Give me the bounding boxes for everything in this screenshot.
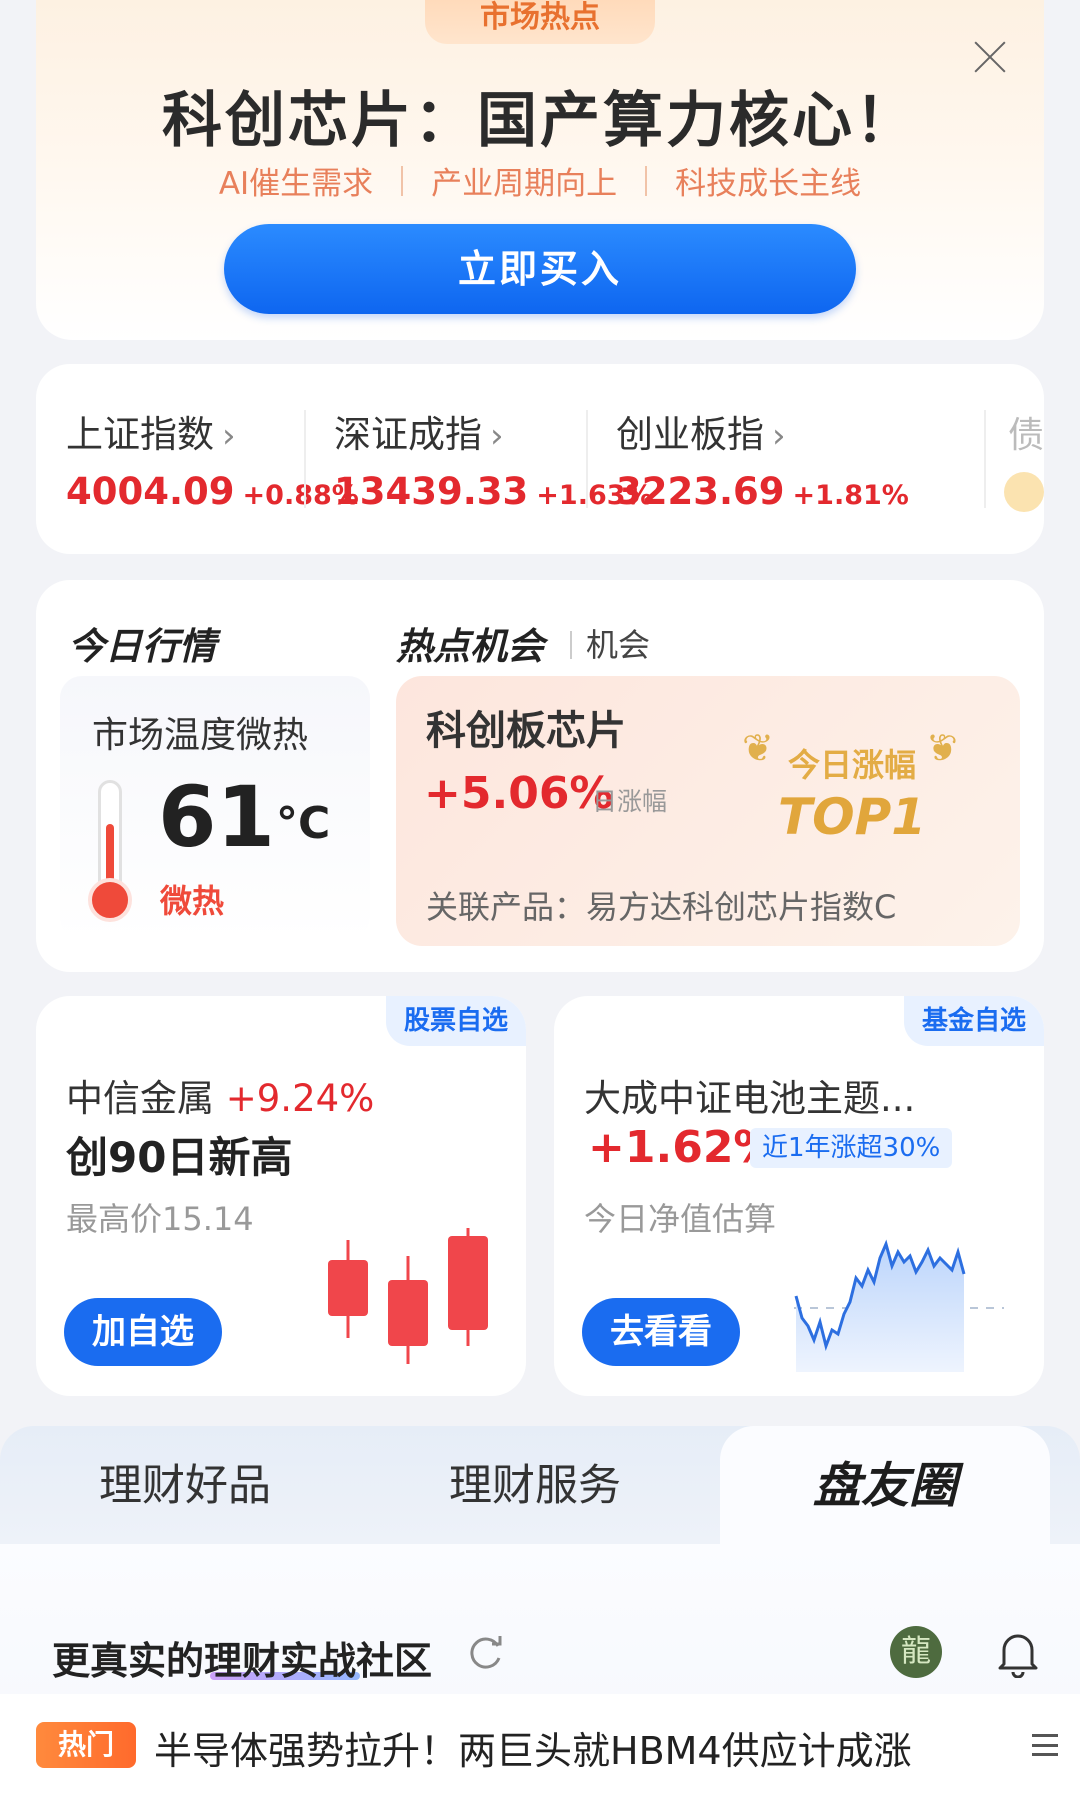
news-ticker[interactable]: 热门 半导体强势拉升！两巨头就HBM4供应计成涨	[0, 1694, 1080, 1800]
hot-sector-name: 科创板芯片	[426, 708, 626, 754]
hot-title[interactable]: 热点机会	[396, 616, 544, 670]
index-value: 4004.09 +0.88%	[66, 470, 359, 513]
hot-subtitle: 机会	[570, 620, 650, 666]
fund-watch-tag: 基金自选	[903, 996, 1044, 1046]
news-headline[interactable]: 半导体强势拉升！两巨头就HBM4供应计成涨	[154, 1720, 912, 1775]
banner-title: 科创芯片：国产算力核心！	[162, 86, 918, 156]
divider	[401, 165, 404, 196]
banner-sub-1: AI催生需求	[218, 166, 374, 202]
banner-sub-3: 科技成长主线	[675, 166, 862, 202]
close-icon[interactable]	[972, 38, 1008, 74]
banner-sub-2: 产业周期向上	[431, 166, 618, 202]
tab-community[interactable]: 盘友圈	[720, 1426, 1050, 1546]
index-strip[interactable]: 上证指数 › 4004.09 +0.88% 深证成指 › 13439.33 +1.63%…	[36, 364, 1044, 554]
avatar[interactable]: 龍	[890, 1626, 942, 1678]
hot-sector-rise: +5.06%	[424, 768, 614, 819]
divider	[304, 410, 306, 508]
sun-icon	[1004, 472, 1044, 512]
sparkline-icon	[794, 1239, 1004, 1372]
index-name: 深证成指 ›	[334, 413, 504, 456]
menu-icon[interactable]	[1032, 1734, 1058, 1756]
stock-watch-card[interactable]: 股票自选 中信金属 +9.24% 创90日新高 最高价15.14 加自选	[36, 996, 526, 1396]
divider	[984, 410, 986, 508]
stock-high-price: 最高价15.14	[66, 1200, 254, 1238]
promo-banner[interactable]: 市场热点 科创芯片：国产算力核心！ AI催生需求 产业周期向上 科技成长主线 立…	[36, 0, 1044, 340]
chevron-right-icon: ›	[490, 416, 504, 456]
index-value: 3223.69 +1.81%	[616, 470, 909, 513]
index-name: 上证指数 ›	[66, 413, 236, 456]
fund-estimate-label: 今日净值估算	[584, 1200, 777, 1238]
index-item-shanghai[interactable]: 上证指数 › 4004.09 +0.88%	[66, 404, 359, 513]
bell-icon[interactable]	[994, 1628, 1042, 1678]
tab-wealth-products[interactable]: 理财好品	[20, 1426, 350, 1546]
hot-rise-label: 日涨幅	[592, 787, 668, 816]
market-section: 今日行情 热点机会 机会 市场温度微热 61 °C 微热 科创板芯片 +5.06…	[36, 580, 1044, 972]
refresh-icon[interactable]	[466, 1632, 506, 1672]
temp-label: 市场温度微热	[92, 715, 309, 756]
related-product[interactable]: 关联产品：易方达科创芯片指数C	[426, 882, 896, 928]
hot-opportunity-card[interactable]: 科创板芯片 +5.06% 日涨幅 ❦ ❦ 今日涨幅 TOP1 关联产品：易方达科…	[396, 676, 1020, 946]
stock-watch-tag: 股票自选	[385, 996, 526, 1046]
hot-news-tag: 热门	[36, 1722, 136, 1768]
fund-watch-card[interactable]: 基金自选 大成中证电池主题... +1.62% 近1年涨超30% 今日净值估算 …	[554, 996, 1044, 1396]
top-rank-badge: 今日涨幅 TOP1	[777, 746, 927, 846]
temp-value: 61	[158, 768, 275, 866]
tab-wealth-services[interactable]: 理财服务	[370, 1426, 700, 1546]
candlestick-icon	[328, 1228, 488, 1364]
stock-headline: 创90日新高	[66, 1133, 293, 1182]
index-name: 创业板指 ›	[616, 413, 786, 456]
banner-subtitles: AI催生需求 产业周期向上 科技成长主线	[36, 158, 1044, 203]
add-watchlist-button[interactable]: 加自选	[64, 1298, 222, 1366]
buy-now-button[interactable]: 立即买入	[224, 224, 856, 314]
index-item-shenzhen[interactable]: 深证成指 › 13439.33 +1.63%	[334, 404, 653, 513]
market-temperature-card[interactable]: 市场温度微热 61 °C 微热	[60, 676, 370, 940]
temp-state: 微热	[160, 882, 225, 920]
index-item-chinext[interactable]: 创业板指 › 3223.69 +1.81%	[616, 404, 909, 513]
divider	[645, 165, 648, 196]
index-value: 13439.33 +1.63%	[334, 470, 653, 513]
market-title: 今日行情	[68, 625, 216, 668]
fund-name: 大成中证电池主题...	[584, 1077, 916, 1120]
chevron-right-icon: ›	[772, 416, 786, 456]
thermometer-icon	[88, 780, 132, 926]
banner-tag: 市场热点	[425, 0, 655, 44]
community-title: 更真实的理财实战社区	[52, 1639, 433, 1683]
chevron-right-icon: ›	[222, 416, 236, 456]
fund-badge: 近1年涨超30%	[750, 1128, 953, 1168]
divider	[586, 410, 588, 508]
index-item-bond[interactable]: 债	[1008, 406, 1044, 458]
stock-name-line: 中信金属 +9.24%	[66, 1077, 375, 1120]
temp-unit: °C	[276, 798, 331, 849]
view-fund-button[interactable]: 去看看	[582, 1298, 740, 1366]
